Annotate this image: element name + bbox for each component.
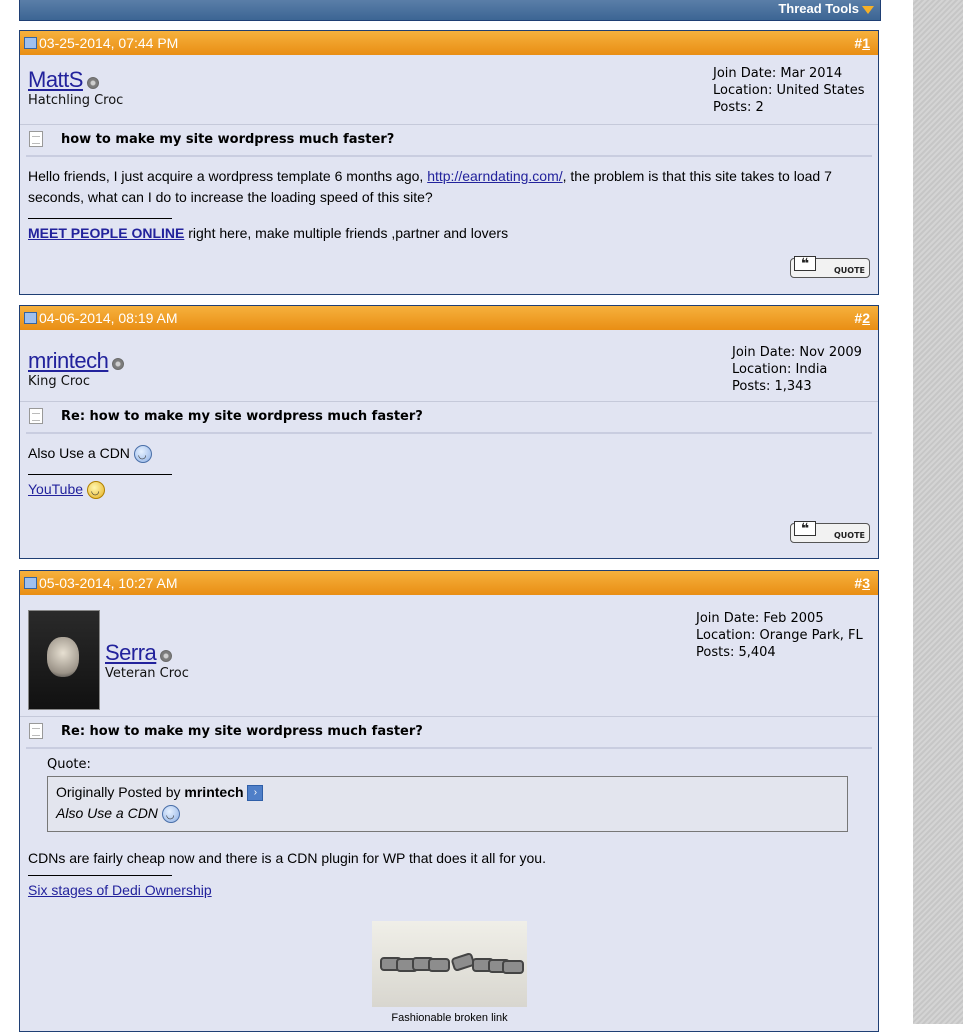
message-link[interactable]: http://earndating.com/ [427, 168, 562, 184]
signature-separator [28, 875, 172, 876]
quote-button-label[interactable]: QUOTE [834, 531, 865, 540]
post-message: Also Use a CDN YouTube [20, 434, 878, 502]
quote-prefix: Originally Posted by [56, 784, 185, 800]
user-rank: Hatchling Croc [28, 93, 124, 108]
user-info-bar: MattS Hatchling Croc Join Date: Mar 2014… [20, 55, 878, 125]
post-number: #2 [854, 306, 870, 330]
post-title: Re: how to make my site wordpress much f… [26, 402, 872, 434]
user-info-bar: mrintech King Croc Join Date: Nov 2009 L… [20, 330, 878, 402]
post-title-text: how to make my site wordpress much faste… [61, 132, 395, 147]
quote-button[interactable]: ❝ QUOTE [790, 521, 870, 543]
post-number: #3 [854, 571, 870, 595]
quote-button[interactable]: ❝ QUOTE [790, 256, 870, 278]
message-text: Also Use a CDN [28, 445, 130, 461]
quote-text: Also Use a CDN [56, 805, 158, 821]
post-message: CDNs are fairly cheap now and there is a… [20, 832, 878, 901]
user-post-count: Posts: 2 [713, 100, 764, 115]
quote-content: Also Use a CDN [56, 803, 839, 826]
broken-chain-image [380, 951, 524, 974]
post-title: how to make my site wordpress much faste… [26, 125, 872, 157]
username-link[interactable]: Serra [105, 640, 157, 665]
post-status-icon [24, 577, 37, 590]
user-rank: Veteran Croc [105, 666, 189, 681]
join-date: Join Date: Nov 2009 [732, 345, 862, 360]
post-permalink[interactable]: 3 [862, 575, 870, 591]
join-date: Join Date: Mar 2014 [713, 66, 843, 81]
quote-marks-icon: ❝ [794, 521, 816, 536]
username-link[interactable]: MattS [28, 67, 83, 92]
post-icon [29, 723, 43, 739]
post-3: 05-03-2014, 10:27 AM #3 Serra Veteran Cr… [19, 570, 879, 1032]
quote-attribution: Originally Posted by mrintech › [56, 782, 839, 803]
quote-author: mrintech [184, 784, 244, 800]
message-text: CDNs are fairly cheap now and there is a… [28, 850, 546, 866]
message-text: Hello friends, I just acquire a wordpres… [28, 168, 428, 184]
signature-link[interactable]: MEET PEOPLE ONLINE [28, 225, 184, 241]
user-rank: King Croc [28, 374, 90, 389]
post-icon [29, 131, 43, 147]
smiley-icon [161, 805, 180, 826]
post-date: 05-03-2014, 10:27 AM [39, 575, 178, 591]
post-icon [29, 408, 43, 424]
signature-separator [28, 474, 172, 475]
post-header: 05-03-2014, 10:27 AM #3 [20, 571, 878, 595]
thread-tools-label[interactable]: Thread Tools [778, 1, 859, 16]
post-title-text: Re: how to make my site wordpress much f… [61, 724, 423, 739]
signature-image [372, 921, 527, 1007]
quote-label: Quote: [47, 757, 91, 772]
thread-toolbar: Thread Tools [19, 0, 881, 21]
user-avatar[interactable] [28, 610, 100, 710]
offline-status-icon [112, 357, 125, 370]
user-post-count: Posts: 5,404 [696, 645, 776, 660]
quote-marks-icon: ❝ [794, 256, 816, 271]
post-permalink[interactable]: 2 [862, 310, 870, 326]
user-info-bar: Serra Veteran Croc Join Date: Feb 2005 L… [20, 595, 878, 717]
signature-separator [28, 218, 172, 219]
post-status-icon [24, 37, 37, 50]
page-background-stripe [913, 0, 963, 1024]
user-details: Join Date: Mar 2014 Location: United Sta… [713, 65, 865, 116]
signature-link[interactable]: Six stages of Dedi Ownership [28, 882, 212, 898]
post-date: 03-25-2014, 07:44 PM [39, 35, 179, 51]
signature-text: right here, make multiple friends ,partn… [184, 225, 509, 241]
user-details: Join Date: Nov 2009 Location: India Post… [732, 344, 862, 395]
user-details: Join Date: Feb 2005 Location: Orange Par… [696, 610, 863, 661]
post-number: #1 [854, 31, 870, 55]
offline-status-icon [160, 649, 173, 662]
user-location: Location: Orange Park, FL [696, 628, 863, 643]
post-header: 03-25-2014, 07:44 PM #1 [20, 31, 878, 55]
quote-button-label[interactable]: QUOTE [834, 266, 865, 275]
thread-tools-menu[interactable]: Thread Tools [778, 0, 874, 20]
username-link[interactable]: mrintech [28, 348, 109, 373]
post-date: 04-06-2014, 08:19 AM [39, 310, 178, 326]
image-caption: Fashionable broken link [391, 1012, 508, 1024]
signature-link[interactable]: YouTube [28, 481, 83, 497]
post-header: 04-06-2014, 08:19 AM #2 [20, 306, 878, 330]
signature: MEET PEOPLE ONLINE right here, make mult… [28, 223, 870, 244]
post-1: 03-25-2014, 07:44 PM #1 MattS Hatchling … [19, 30, 879, 295]
dropdown-arrow-icon[interactable] [862, 5, 874, 14]
post-2: 04-06-2014, 08:19 AM #2 mrintech King Cr… [19, 305, 879, 559]
offline-status-icon [86, 76, 99, 89]
smiley-icon [86, 481, 105, 502]
post-message: Hello friends, I just acquire a wordpres… [20, 157, 878, 244]
user-location: Location: United States [713, 83, 865, 98]
user-post-count: Posts: 1,343 [732, 379, 812, 394]
smiley-icon [133, 445, 152, 466]
signature: YouTube [28, 479, 870, 502]
post-permalink[interactable]: 1 [862, 35, 870, 51]
signature: Six stages of Dedi Ownership [28, 880, 870, 901]
post-title: Re: how to make my site wordpress much f… [26, 717, 872, 749]
quote-block: Originally Posted by mrintech › Also Use… [47, 776, 848, 832]
view-post-icon[interactable]: › [247, 785, 264, 802]
user-location: Location: India [732, 362, 828, 377]
join-date: Join Date: Feb 2005 [696, 611, 824, 626]
post-status-icon [24, 312, 37, 325]
post-title-text: Re: how to make my site wordpress much f… [61, 409, 423, 424]
